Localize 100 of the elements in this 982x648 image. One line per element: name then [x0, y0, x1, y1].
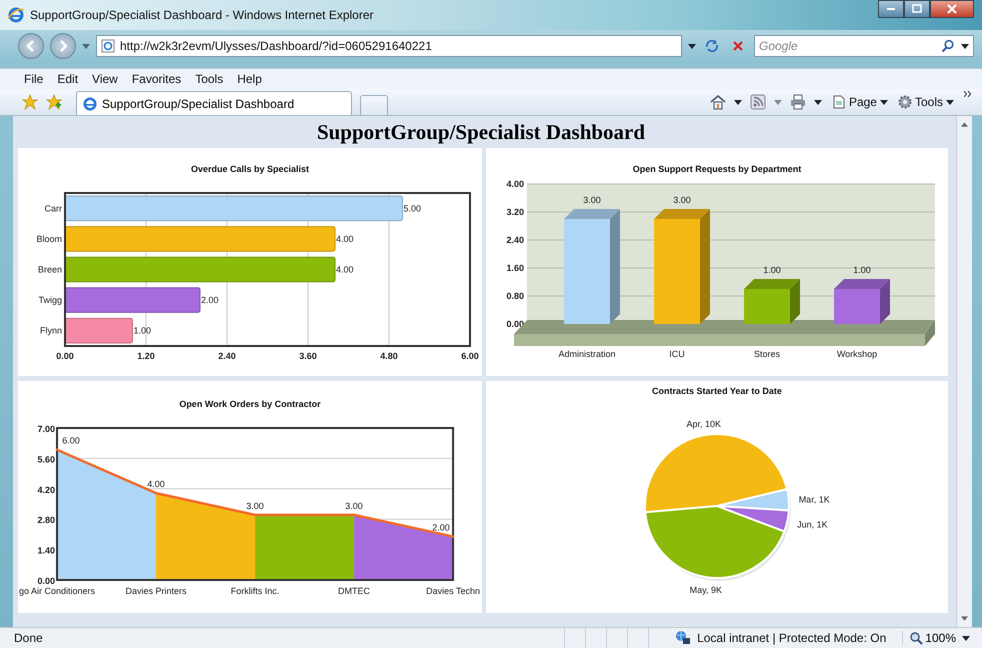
- search-icon[interactable]: [941, 39, 955, 53]
- category-label: go Air Conditioners: [19, 586, 96, 596]
- security-zone-text: Local intranet | Protected Mode: On: [697, 631, 904, 645]
- slice-label: Apr, 10K: [686, 419, 722, 430]
- bar-depth-drawing: [834, 279, 890, 324]
- page-menu-button[interactable]: Page: [830, 95, 890, 109]
- value-label: 1.00: [853, 265, 871, 275]
- value-label: 5.00: [404, 203, 422, 214]
- gear-icon: [898, 95, 912, 109]
- category-label: Stores: [754, 349, 780, 359]
- favorites-star-icon[interactable]: [22, 94, 38, 110]
- forward-button[interactable]: [50, 33, 76, 59]
- refresh-icon[interactable]: [704, 38, 720, 54]
- bar-depth-drawing: [744, 279, 800, 324]
- history-caret-icon[interactable]: [82, 44, 90, 48]
- tools-menu-button[interactable]: Tools: [896, 95, 956, 109]
- axis-tick-label: 0.00: [38, 576, 56, 586]
- value-label: 2.00: [432, 522, 450, 533]
- magnifier-icon: [909, 631, 924, 645]
- axis-tick-label: 2.40: [506, 235, 524, 245]
- category-label: Forklifts Inc.: [230, 586, 280, 596]
- value-label: 3.00: [345, 500, 363, 511]
- axis-tick-label: 5.60: [38, 454, 56, 464]
- value-label: 3.00: [673, 195, 691, 205]
- slice-label: May, 9K: [690, 585, 722, 596]
- chart-title: Open Support Requests by Department: [632, 164, 802, 174]
- chart-title: Overdue Calls by Specialist: [190, 164, 310, 174]
- axis-tick-label: 1.20: [137, 351, 155, 361]
- category-label: Bloom: [36, 234, 62, 244]
- maximize-button[interactable]: [904, 0, 930, 18]
- category-label: Davies Printers: [126, 586, 187, 596]
- search-caret-icon[interactable]: [961, 44, 969, 48]
- zoom-caret-icon[interactable]: [962, 636, 970, 640]
- network-globe-icon: [675, 630, 692, 646]
- category-label: DMTEC: [338, 586, 370, 596]
- address-caret-icon[interactable]: [688, 44, 696, 48]
- home-icon[interactable]: [710, 94, 726, 110]
- axis-tick-label: 4.20: [38, 484, 56, 495]
- category-label: Breen: [38, 264, 62, 274]
- search-field[interactable]: Google: [754, 35, 974, 57]
- home-caret-icon[interactable]: [734, 100, 742, 104]
- menu-item[interactable]: Help: [237, 72, 262, 86]
- minimize-button[interactable]: [878, 0, 904, 18]
- axis-tick-label: 6.00: [461, 351, 479, 361]
- bar: [834, 289, 880, 324]
- browser-tab[interactable]: SupportGroup/Specialist Dashboard: [76, 91, 352, 115]
- address-field[interactable]: http://w2k3r2evm/Ulysses/Dashboard/?id=0605291640221: [96, 35, 682, 57]
- menu-item[interactable]: Favorites: [132, 72, 182, 86]
- feed-caret-icon[interactable]: [774, 100, 782, 104]
- axis-tick-label: 2.80: [38, 515, 56, 526]
- axis-tick-label: 4.00: [506, 179, 524, 189]
- feed-icon[interactable]: [750, 94, 766, 110]
- slice-label: Jun, 1K: [797, 520, 828, 530]
- value-label: 4.00: [336, 234, 354, 244]
- axis-tick-label: 3.60: [299, 351, 317, 361]
- print-caret-icon[interactable]: [814, 100, 822, 104]
- axis-tick-label: 4.80: [380, 351, 398, 361]
- page-icon: [832, 95, 846, 109]
- value-label: 4.00: [147, 479, 165, 490]
- scroll-down-icon[interactable]: [961, 616, 968, 621]
- axis-tick-label: 3.20: [506, 207, 524, 217]
- scroll-up-icon[interactable]: [961, 122, 968, 127]
- value-label: 2.00: [201, 295, 219, 306]
- menu-item[interactable]: View: [92, 72, 118, 86]
- slice-label: Mar, 1K: [798, 494, 830, 505]
- zoom-button[interactable]: 100%: [909, 631, 956, 645]
- value-label: 4.00: [336, 264, 354, 274]
- value-label: 1.00: [134, 326, 152, 336]
- window-title: SupportGroup/Specialist Dashboard - Windows Internet Explorer: [30, 8, 374, 22]
- maximize-icon: [912, 4, 922, 14]
- chevron-icon[interactable]: [964, 91, 972, 97]
- value-label: 1.00: [763, 265, 781, 275]
- value-label: 3.00: [583, 195, 601, 205]
- menu-item[interactable]: Tools: [195, 72, 224, 86]
- axis-tick-label: 1.60: [506, 263, 524, 273]
- status-text: Done: [14, 631, 43, 645]
- category-label: Workshop: [836, 349, 878, 359]
- value-label: 6.00: [62, 436, 80, 446]
- axis-tick-label: 7.00: [38, 424, 56, 434]
- category-label: ICU: [669, 349, 685, 359]
- close-icon: [947, 4, 957, 14]
- chart-title: Contracts Started Year to Date: [652, 386, 782, 396]
- axis-tick-label: 1.40: [38, 546, 56, 556]
- close-button[interactable]: [930, 0, 974, 18]
- browser-logo-icon: [83, 96, 97, 110]
- scrollbar[interactable]: [956, 116, 972, 627]
- category-label: Flynn: [40, 326, 62, 336]
- back-button[interactable]: [18, 33, 44, 59]
- menu-item[interactable]: File: [24, 72, 44, 86]
- chart-title: Open Work Orders by Contractor: [179, 399, 321, 409]
- caret-icon: [946, 100, 954, 104]
- menu-item[interactable]: Edit: [57, 72, 78, 86]
- page-icon: [101, 39, 115, 53]
- print-icon[interactable]: [790, 94, 806, 110]
- axis-tick-label: 0.80: [506, 291, 524, 301]
- add-favorite-icon[interactable]: [46, 94, 62, 110]
- category-label: Twigg: [38, 295, 62, 306]
- page-heading: SupportGroup/Specialist Dashboard: [316, 119, 646, 146]
- browser-logo-icon: [8, 7, 24, 23]
- axis-tick-label: 2.40: [218, 351, 236, 361]
